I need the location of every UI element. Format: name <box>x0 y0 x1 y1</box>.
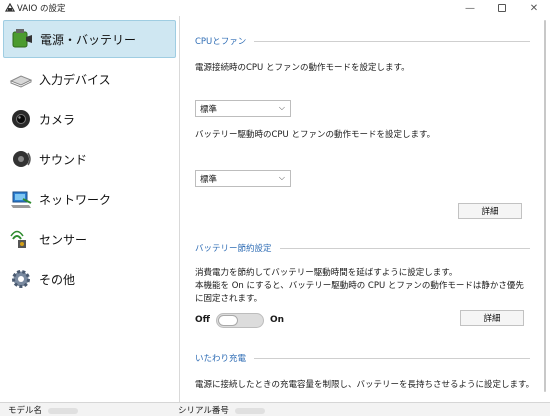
minimize-button[interactable]: — <box>454 0 486 16</box>
gentle-charging-description: 電源に接続したときの充電容量を制限し、バッテリーを長持ちさせるように設定します。 <box>195 380 535 390</box>
keyboard-icon <box>9 67 33 91</box>
battery-saving-toggle[interactable] <box>215 312 264 328</box>
sidebar-item-label: サウンド <box>39 152 88 167</box>
section-header-gentle-charging: いたわり充電 <box>195 351 530 365</box>
status-bar: モデル名 シリアル番号 <box>0 402 550 416</box>
serial-number-field: シリアル番号 <box>178 404 265 416</box>
close-icon: ✕ <box>529 2 539 14</box>
sidebar-item-label: センサー <box>39 232 88 247</box>
divider <box>254 40 530 42</box>
dropdown-value: 標準 <box>200 104 218 115</box>
sidebar-item-label: カメラ <box>39 112 76 127</box>
model-name-label: モデル名 <box>8 406 43 416</box>
battery-saving-description-line3: に固定されます。 <box>195 294 263 304</box>
network-icon <box>9 187 33 211</box>
sidebar: 電源・バッテリー 入力デバイス カメラ サウンド ネットワーク センサー その他 <box>0 16 180 402</box>
toggle-knob <box>217 314 238 326</box>
sidebar-item-label: その他 <box>39 272 76 287</box>
chevron-down-icon: ⌵ <box>278 173 285 182</box>
main-content: CPUとファン 電源接続時のCPU とファンの動作モードを設定します。 標準 ⌵… <box>181 16 540 402</box>
scrollbar-thumb[interactable] <box>544 20 546 392</box>
sidebar-item-label: ネットワーク <box>39 192 112 207</box>
window-title: VAIO の設定 <box>17 4 66 14</box>
vertical-scrollbar[interactable] <box>540 16 550 402</box>
battery-mode-description: バッテリー駆動時のCPU とファンの動作モードを設定します。 <box>195 130 436 140</box>
sidebar-item-input-devices[interactable]: 入力デバイス <box>3 60 176 98</box>
battery-saving-description-line2: 本機能を On にすると、バッテリー駆動時の CPU とファンの動作モードは静か… <box>195 281 524 291</box>
gear-icon <box>9 267 33 291</box>
toggle-on-label: On <box>269 315 285 325</box>
maximize-icon <box>498 4 506 12</box>
camera-icon <box>9 107 33 131</box>
speaker-icon <box>9 147 33 171</box>
ac-mode-dropdown[interactable]: 標準 ⌵ <box>195 100 291 117</box>
sidebar-item-camera[interactable]: カメラ <box>3 100 176 138</box>
sidebar-item-sensors[interactable]: センサー <box>3 220 176 258</box>
battery-mode-dropdown[interactable]: 標準 ⌵ <box>195 170 291 187</box>
battery-saving-description-line1: 消費電力を節約してバッテリー駆動時間を延ばすように設定します。 <box>195 268 458 278</box>
divider <box>254 357 530 359</box>
dropdown-value: 標準 <box>200 174 218 185</box>
app-icon <box>5 3 15 12</box>
sidebar-item-label: 電源・バッテリー <box>40 32 137 47</box>
ac-mode-description: 電源接続時のCPU とファンの動作モードを設定します。 <box>195 63 410 73</box>
sidebar-item-other[interactable]: その他 <box>3 260 176 298</box>
chevron-down-icon: ⌵ <box>278 103 285 112</box>
minimize-icon: — <box>465 2 475 14</box>
section-header-cpu-fan: CPUとファン <box>195 34 530 48</box>
sensor-icon <box>9 227 33 251</box>
sidebar-item-power-battery[interactable]: 電源・バッテリー <box>3 20 176 58</box>
serial-number-value-redacted <box>234 407 265 414</box>
model-name-value-redacted <box>48 407 79 414</box>
maximize-button[interactable] <box>486 0 518 16</box>
cpu-fan-details-button[interactable]: 詳細 <box>458 203 522 219</box>
model-name-field: モデル名 <box>8 404 79 416</box>
title-bar: VAIO の設定 — ✕ <box>0 0 550 16</box>
sidebar-item-sound[interactable]: サウンド <box>3 140 176 178</box>
close-button[interactable]: ✕ <box>518 0 550 16</box>
section-title: バッテリー節約設定 <box>195 244 272 254</box>
sidebar-item-network[interactable]: ネットワーク <box>3 180 176 218</box>
battery-saving-details-button[interactable]: 詳細 <box>460 310 524 326</box>
battery-icon <box>10 27 34 51</box>
section-title: いたわり充電 <box>195 354 247 364</box>
sidebar-item-label: 入力デバイス <box>39 72 111 87</box>
section-header-battery-saving: バッテリー節約設定 <box>195 241 530 255</box>
battery-saving-toggle-row: Off On <box>195 311 284 329</box>
serial-number-label: シリアル番号 <box>178 406 229 416</box>
divider <box>279 247 530 249</box>
toggle-off-label: Off <box>195 315 210 325</box>
section-title: CPUとファン <box>195 37 247 47</box>
